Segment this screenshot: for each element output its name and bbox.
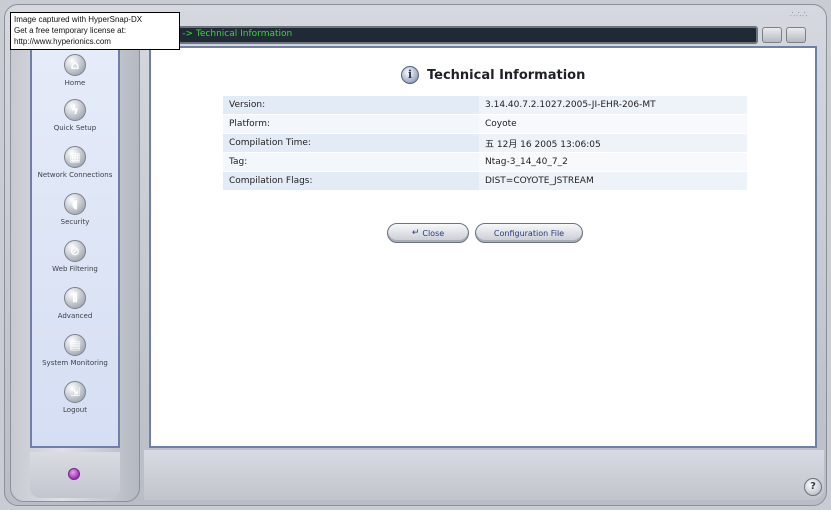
- table-row: Version: 3.14.40.7.2.1027.2005-JI-EHR-20…: [223, 96, 747, 115]
- bottom-bar: ?: [144, 450, 824, 500]
- monitor-icon: ▤: [64, 334, 86, 356]
- network-icon: ▦: [64, 146, 86, 168]
- sidebar-item-security[interactable]: ◖ Security: [32, 193, 118, 226]
- back-arrow-icon: ↵: [411, 228, 420, 238]
- sidebar-item-label: Quick Setup: [53, 124, 97, 132]
- home-icon: ⌂: [64, 54, 86, 76]
- row-value: 3.14.40.7.2.1027.2005-JI-EHR-206-MT: [479, 96, 747, 115]
- sidebar-item-label: Home: [64, 79, 86, 87]
- table-row: Compilation Time: 五 12月 16 2005 13:06:05: [223, 133, 747, 153]
- row-value: DIST=COYOTE_JSTREAM: [479, 171, 747, 191]
- lightning-icon: ϟ: [64, 99, 86, 121]
- watermark-line: http://www.hyperionics.com: [14, 37, 111, 46]
- app-frame: ∴∴∴ anced -> Technical Information ⌂ Hom…: [0, 0, 831, 510]
- sidebar-item-label: Advanced: [57, 312, 93, 320]
- sidebar-item-label: Network Connections: [37, 171, 113, 179]
- sidebar-item-label: System Monitoring: [42, 359, 108, 367]
- info-icon: i: [401, 66, 419, 84]
- sidebar-item-label: Security: [60, 218, 90, 226]
- sidebar-item-system-monitoring[interactable]: ▤ System Monitoring: [32, 334, 118, 367]
- sidebar-item-home[interactable]: ⌂ Home: [32, 54, 118, 87]
- configuration-file-label: Configuration File: [493, 228, 565, 238]
- page-header: i Technical Information: [401, 64, 585, 86]
- row-key: Platform:: [223, 114, 479, 134]
- sidebar-footer: [30, 452, 120, 498]
- sidebar-item-label: Web Filtering: [52, 265, 98, 273]
- table-row: Platform: Coyote: [223, 114, 747, 134]
- watermark-line: Get a free temporary license at:: [14, 26, 127, 35]
- power-icon[interactable]: [68, 468, 80, 480]
- watermark-line: Image captured with HyperSnap-DX: [14, 15, 143, 24]
- row-key: Tag:: [223, 152, 479, 172]
- table-row: Compilation Flags: DIST=COYOTE_JSTREAM: [223, 171, 747, 191]
- help-icon[interactable]: ?: [804, 478, 822, 496]
- sidebar: ⌂ Home ϟ Quick Setup ▦ Network Connectio…: [30, 36, 120, 448]
- filter-icon: ⊘: [64, 240, 86, 262]
- logout-icon: ⇲: [64, 381, 86, 403]
- advanced-icon: ⦀: [64, 287, 86, 309]
- row-value: Coyote: [479, 114, 747, 134]
- breadcrumb-bar: anced -> Technical Information: [144, 26, 758, 44]
- row-value: 五 12月 16 2005 13:06:05: [479, 133, 747, 153]
- main-content: i Technical Information Version: 3.14.40…: [149, 46, 817, 448]
- sidebar-item-advanced[interactable]: ⦀ Advanced: [32, 287, 118, 320]
- close-button-label: Close: [422, 228, 445, 238]
- configuration-file-button[interactable]: Configuration File: [475, 223, 583, 243]
- table-row: Tag: Ntag-3_14_40_7_2: [223, 152, 747, 172]
- sidebar-item-label: Logout: [63, 406, 87, 414]
- close-button[interactable]: ↵ Close: [387, 223, 469, 243]
- minimize-button[interactable]: [762, 27, 782, 43]
- page-title: Technical Information: [427, 67, 586, 83]
- sidebar-item-quick-setup[interactable]: ϟ Quick Setup: [32, 99, 118, 132]
- shield-icon: ◖: [64, 193, 86, 215]
- sidebar-item-network-connections[interactable]: ▦ Network Connections: [32, 146, 118, 179]
- row-key: Compilation Time:: [223, 133, 479, 153]
- watermark-box: Image captured with HyperSnap-DX Get a f…: [10, 12, 180, 50]
- maximize-button[interactable]: [786, 27, 806, 43]
- resize-grip-icon[interactable]: ∴∴∴: [790, 10, 808, 19]
- technical-info-table: Version: 3.14.40.7.2.1027.2005-JI-EHR-20…: [223, 96, 747, 191]
- sidebar-item-logout[interactable]: ⇲ Logout: [32, 381, 118, 414]
- row-key: Compilation Flags:: [223, 171, 479, 191]
- sidebar-item-web-filtering[interactable]: ⊘ Web Filtering: [32, 240, 118, 273]
- row-key: Version:: [223, 96, 479, 115]
- row-value: Ntag-3_14_40_7_2: [479, 152, 747, 172]
